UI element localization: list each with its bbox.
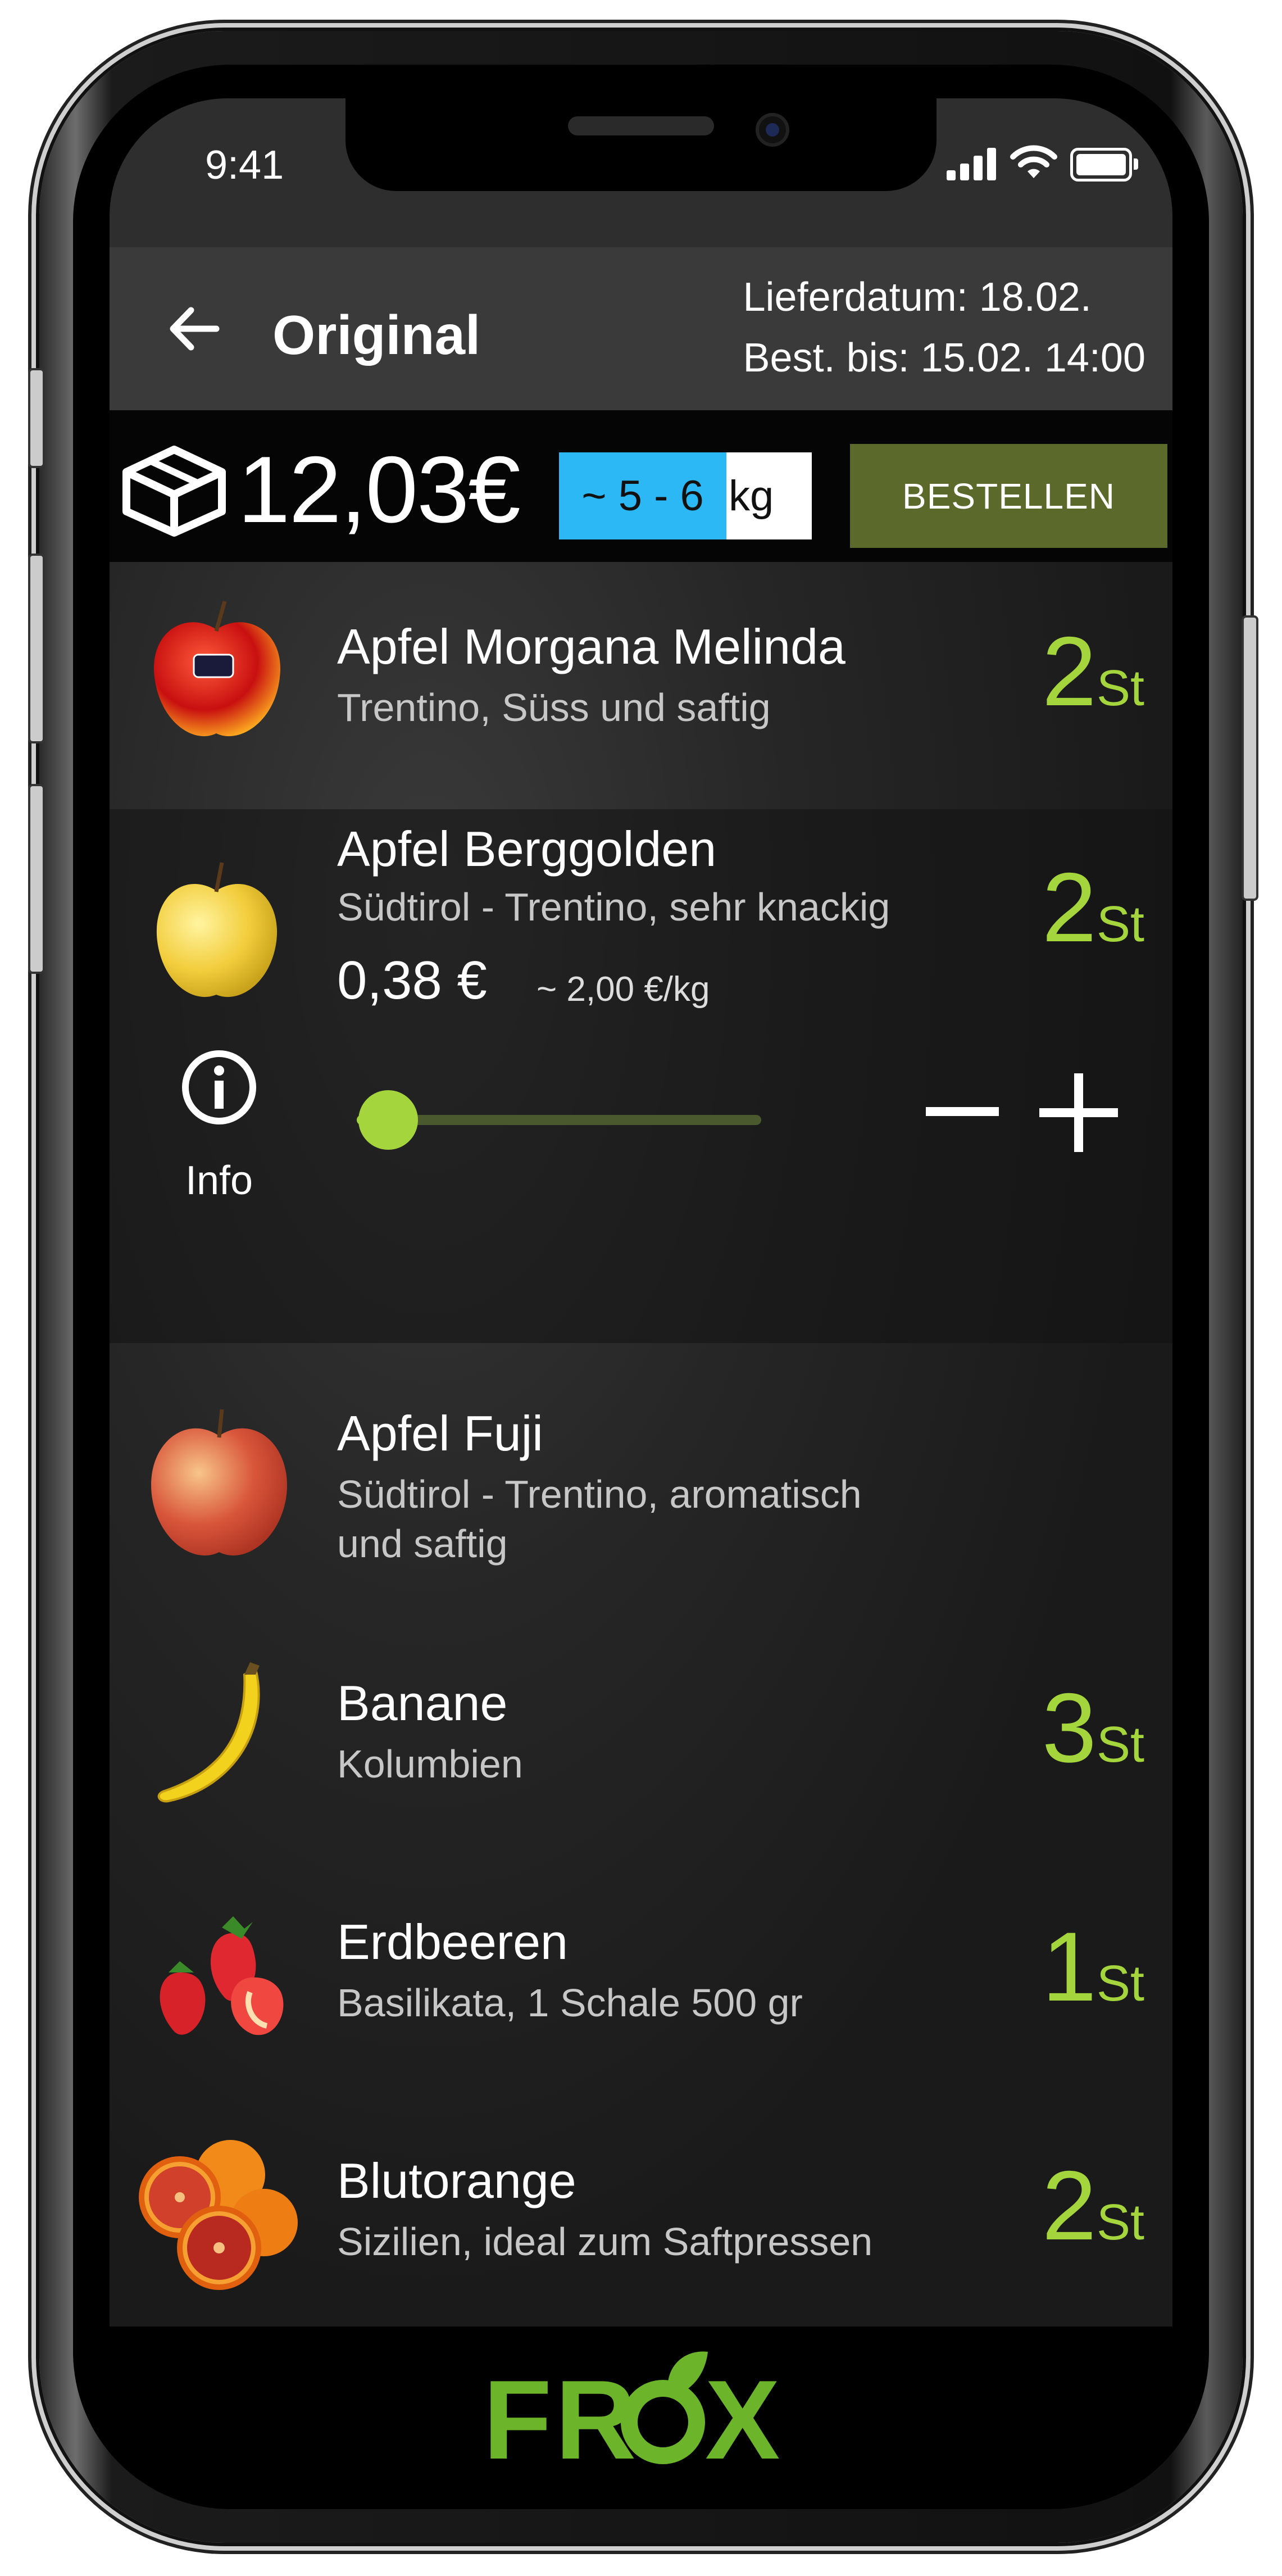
- frox-logo: FR X: [483, 2351, 780, 2478]
- list-item[interactable]: Erdbeeren Basilikata, 1 Schale 500 gr 1S…: [110, 1852, 1172, 2090]
- product-origin: Trentino, Süss und saftig: [337, 686, 771, 729]
- yellow-apple-image: [156, 862, 278, 997]
- product-quantity: 3St: [1042, 1674, 1144, 1783]
- list-item[interactable]: Blutorange Sizilien, ideal zum Saftpress…: [110, 2090, 1172, 2326]
- product-quantity: 1St: [1042, 1912, 1144, 2022]
- fuji-apple-image: [151, 1409, 287, 1556]
- product-origin: Basilikata, 1 Schale 500 gr: [337, 1981, 803, 2025]
- product-quantity: 2St: [1042, 853, 1144, 963]
- product-list: Apfel Morgana Melinda Trentino, Süss und…: [110, 562, 1172, 2326]
- product-name: Erdbeeren: [337, 1914, 568, 1970]
- weight-estimate: ~ 5 - 6 kg: [559, 452, 812, 539]
- banana-image: [157, 1662, 260, 1803]
- order-deadline: Best. bis: 15.02. 14:00: [743, 335, 1145, 380]
- app-footer: FR X: [110, 2326, 1172, 2504]
- order-summary-bar: 12,03€ ~ 5 - 6 kg BESTELLEN: [110, 410, 1172, 562]
- box-icon: [122, 446, 226, 537]
- total-price: 12,03€: [238, 437, 521, 542]
- unit-price: 0,38 €: [337, 950, 487, 1010]
- silent-switch: [28, 368, 45, 468]
- strawberries-image: [160, 1916, 284, 2035]
- info-icon: [182, 1050, 256, 1124]
- svg-text:X: X: [705, 2357, 780, 2478]
- back-arrow-icon[interactable]: [163, 298, 225, 360]
- weight-unit: kg: [726, 452, 812, 539]
- product-name: Apfel Fuji: [337, 1405, 543, 1461]
- list-item[interactable]: Apfel Morgana Melinda Trentino, Süss und…: [110, 562, 1172, 809]
- info-label: Info: [185, 1158, 253, 1203]
- decrease-button[interactable]: [923, 1073, 1002, 1152]
- svg-text:FR: FR: [483, 2357, 640, 2478]
- front-camera: [756, 113, 789, 147]
- cellular-signal-icon: [947, 147, 997, 180]
- power-button: [1242, 615, 1258, 901]
- red-apple-image: [153, 601, 280, 737]
- list-item[interactable]: Banane Kolumbien 3St: [110, 1613, 1172, 1852]
- volume-up-button: [28, 554, 45, 743]
- product-quantity: 2St: [1042, 617, 1144, 727]
- app-header: Original Lieferdatum: 18.02. Best. bis: …: [110, 247, 1172, 410]
- wifi-icon: [1010, 145, 1057, 178]
- weight-range: ~ 5 - 6: [559, 452, 726, 539]
- slider-handle[interactable]: [358, 1090, 418, 1150]
- info-button[interactable]: Info: [163, 1048, 275, 1205]
- product-name: Apfel Morgana Melinda: [337, 619, 845, 674]
- product-quantity: 2St: [1042, 2151, 1144, 2261]
- order-button[interactable]: BESTELLEN: [850, 444, 1167, 548]
- delivery-date: Lieferdatum: 18.02.: [743, 275, 1092, 320]
- page-title: Original: [272, 304, 481, 366]
- product-origin: Südtirol - Trentino, aromatisch und saft…: [337, 1472, 862, 1566]
- list-item-expanded[interactable]: Apfel Berggolden Südtirol - Trentino, se…: [110, 809, 1172, 1343]
- quantity-slider[interactable]: [357, 1090, 761, 1150]
- blood-orange-image: [139, 2140, 298, 2290]
- product-origin: Südtirol - Trentino, sehr knackig: [337, 885, 890, 929]
- increase-button[interactable]: [1036, 1071, 1121, 1155]
- product-origin: Kolumbien: [337, 1742, 523, 1786]
- product-name: Blutorange: [337, 2153, 576, 2208]
- device-notch: [345, 98, 937, 191]
- status-time: 9:41: [205, 143, 284, 188]
- speaker-grill: [568, 116, 714, 135]
- product-name: Apfel Berggolden: [337, 821, 717, 877]
- product-origin: Sizilien, ideal zum Saftpressen: [337, 2220, 873, 2264]
- price-per-kg: ~ 2,00 €/kg: [537, 970, 710, 1009]
- app-screen: 9:41 Original Lieferdatum: 18.02. Best. …: [110, 98, 1172, 2504]
- list-item[interactable]: Apfel Fuji Südtirol - Trentino, aromatis…: [110, 1343, 1172, 1613]
- battery-icon: [1070, 148, 1138, 182]
- volume-down-button: [28, 784, 45, 974]
- delivery-info: Lieferdatum: 18.02. Best. bis: 15.02. 14…: [743, 267, 1145, 388]
- product-name: Banane: [337, 1675, 508, 1731]
